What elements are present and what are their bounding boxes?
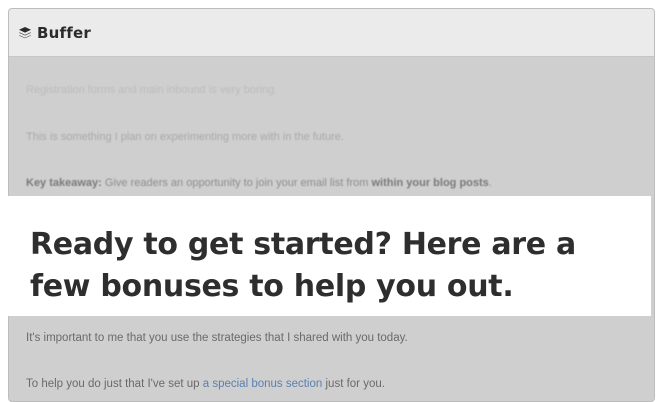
- key-takeaway: Key takeaway: Give readers an opportunit…: [26, 177, 492, 189]
- paragraph-future: This is something I plan on experimentin…: [26, 131, 344, 143]
- takeaway-label: Key takeaway:: [26, 177, 102, 189]
- headline-line-2: few bonuses to help you out.: [30, 269, 514, 304]
- takeaway-bold: within your blog posts: [371, 177, 489, 189]
- takeaway-text: Give readers an opportunity to join your…: [101, 177, 372, 189]
- bonus-text-after: just for you.: [322, 378, 385, 390]
- takeaway-end: .: [488, 177, 492, 189]
- paragraph-bonus: To help you do just that I've set up a s…: [26, 378, 385, 390]
- bonus-text-before: To help you do just that I've set up: [26, 378, 203, 390]
- section-headline: Ready to get started? Here are a few bon…: [30, 224, 630, 308]
- app-name: Buffer: [37, 23, 91, 42]
- buffer-logo[interactable]: Buffer: [18, 24, 91, 42]
- buffer-stack-icon: [18, 26, 32, 40]
- bonus-section-link[interactable]: a special bonus section: [203, 378, 323, 390]
- paragraph-strategies: It's important to me that you use the st…: [26, 332, 408, 344]
- top-bar: Buffer: [9, 9, 654, 57]
- faded-text-line: Registration forms and main inbound is v…: [26, 84, 278, 96]
- headline-line-1: Ready to get started? Here are a: [30, 227, 576, 262]
